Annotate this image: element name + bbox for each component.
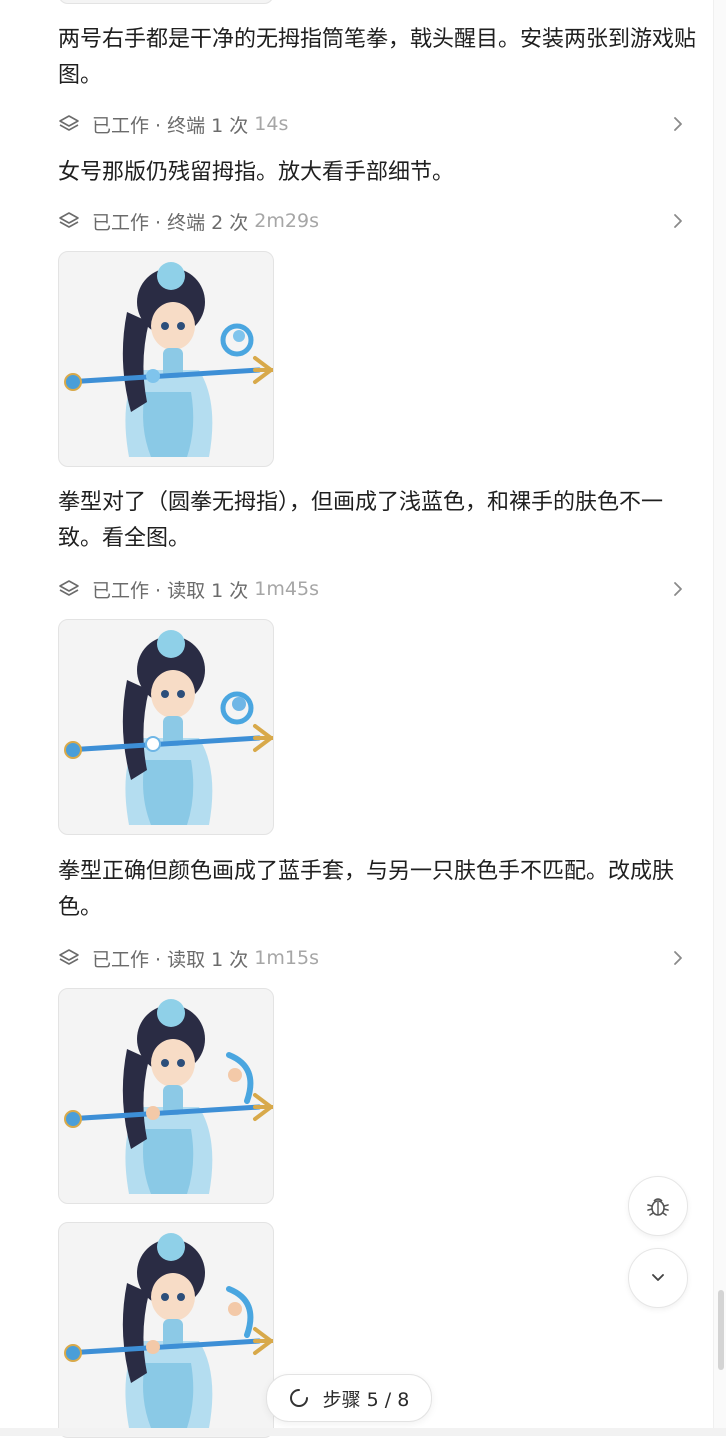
loading-spinner-icon	[289, 1388, 309, 1408]
chevron-down-icon	[647, 1267, 669, 1289]
chevron-right-icon	[668, 948, 688, 968]
layers-icon	[58, 210, 80, 232]
scrollbar-thumb[interactable]	[718, 1290, 724, 1370]
step-indicator[interactable]: 步骤 5 / 8	[266, 1374, 432, 1422]
work-duration: 14s	[254, 113, 289, 135]
work-summary-label: 已工作 · 终端 1 次	[92, 114, 249, 137]
work-duration: 1m15s	[254, 947, 319, 969]
bug-icon	[645, 1193, 671, 1219]
work-summary-row[interactable]: 已工作 · 读取 1 次 1m15s	[58, 943, 688, 973]
work-summary-label: 已工作 · 读取 1 次	[92, 579, 249, 602]
layers-icon	[58, 947, 80, 969]
character-image-thumbnail[interactable]	[58, 619, 274, 835]
bottom-divider	[0, 1428, 726, 1436]
assistant-message: 两号右手都是干净的无拇指筒笔拳，戟头醒目。安装两张到游戏贴图。	[58, 27, 697, 88]
work-duration: 1m45s	[254, 578, 319, 600]
character-image-thumbnail[interactable]	[58, 1222, 274, 1438]
work-duration: 2m29s	[254, 210, 319, 232]
chibi-character-trident-image	[64, 630, 273, 825]
character-image-thumbnail[interactable]	[58, 988, 274, 1204]
debug-button[interactable]	[628, 1176, 688, 1236]
step-progress-label: 步骤 5 / 8	[322, 1388, 410, 1411]
layers-icon	[58, 578, 80, 600]
chibi-character-trident-image	[64, 999, 273, 1194]
chevron-right-icon	[668, 579, 688, 599]
chevron-right-icon	[668, 211, 688, 231]
character-image-thumbnail[interactable]	[58, 251, 274, 467]
assistant-message: 女号那版仍残留拇指。放大看手部细节。	[58, 160, 455, 185]
conversation-feed: 两号右手都是干净的无拇指筒笔拳，戟头醒目。安装两张到游戏贴图。 已工作 · 终端…	[0, 0, 712, 1438]
layers-icon	[58, 113, 80, 135]
scroll-to-bottom-button[interactable]	[628, 1248, 688, 1308]
chevron-right-icon	[668, 114, 688, 134]
assistant-message: 拳型对了（圆拳无拇指），但画成了浅蓝色，和裸手的肤色不一致。看全图。	[58, 490, 664, 551]
work-summary-row[interactable]: 已工作 · 终端 2 次 2m29s	[58, 206, 688, 236]
work-summary-row[interactable]: 已工作 · 读取 1 次 1m45s	[58, 574, 688, 604]
scrollbar[interactable]	[713, 0, 726, 1436]
assistant-message: 拳型正确但颜色画成了蓝手套，与另一只肤色手不匹配。改成肤色。	[58, 859, 675, 920]
chibi-character-trident-image	[64, 262, 273, 457]
previous-image-edge	[58, 0, 274, 4]
chibi-character-trident-image	[64, 1233, 273, 1428]
work-summary-label: 已工作 · 终端 2 次	[92, 211, 249, 234]
work-summary-row[interactable]: 已工作 · 终端 1 次 14s	[58, 109, 688, 139]
work-summary-label: 已工作 · 读取 1 次	[92, 948, 249, 971]
